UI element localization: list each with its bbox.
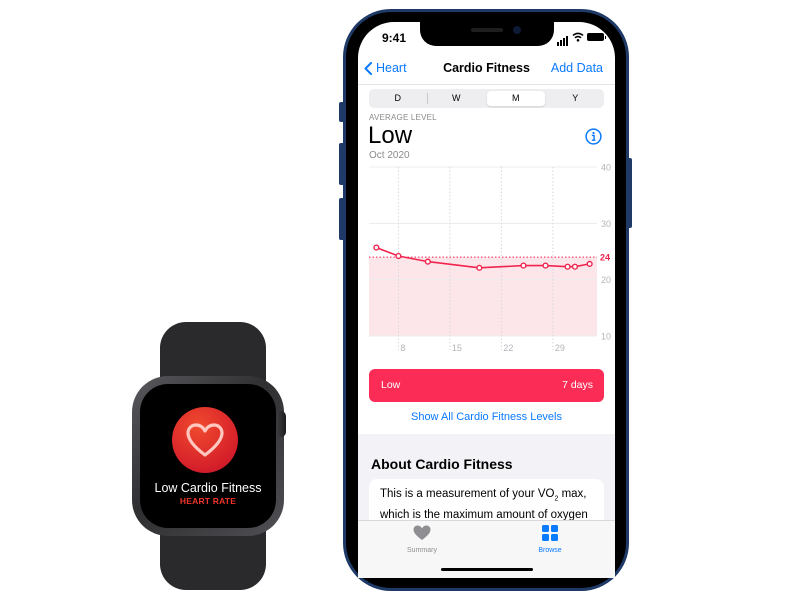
home-indicator[interactable] <box>441 568 533 571</box>
tab-browse[interactable]: Browse <box>510 525 590 554</box>
data-point <box>373 244 380 251</box>
notch <box>420 22 554 46</box>
average-level-label: AVERAGE LEVEL <box>369 113 437 122</box>
heart-icon <box>186 423 224 457</box>
data-point <box>564 263 571 270</box>
segment-year[interactable]: Y <box>547 89 605 108</box>
heart-icon <box>413 525 431 540</box>
y-tick-label: 10 <box>601 332 611 342</box>
navigation-bar: Heart Cardio Fitness Add Data <box>358 52 615 85</box>
watch-notification-title: Low Cardio Fitness <box>154 481 262 495</box>
add-data-button[interactable]: Add Data <box>551 61 603 75</box>
show-all-levels-link[interactable]: Show All Cardio Fitness Levels <box>358 411 615 423</box>
segment-week[interactable]: W <box>428 89 486 108</box>
cardio-level-summary-bar[interactable]: Low 7 days <box>369 369 604 402</box>
status-icons <box>557 28 606 46</box>
x-tick-label: 15 <box>452 343 462 353</box>
data-point <box>520 262 527 269</box>
y-tick-label: 40 <box>601 163 611 173</box>
back-label: Heart <box>376 61 407 75</box>
data-point <box>571 263 579 270</box>
data-point <box>476 264 483 271</box>
x-tick-label: 8 <box>400 343 405 353</box>
level-days: 7 days <box>562 379 593 391</box>
wifi-icon <box>572 32 584 42</box>
segment-month[interactable]: M <box>487 91 545 106</box>
watch-band-bottom <box>160 520 266 590</box>
average-level-value: Low <box>368 122 413 149</box>
low-range-band <box>369 257 597 336</box>
watch-notification-subtitle: HEART RATE <box>179 496 237 506</box>
time-range-segmented-control: D W M Y <box>369 89 604 108</box>
y-tick-label: 20 <box>601 275 611 285</box>
watch-notification-icon <box>172 407 238 473</box>
x-tick-label: 22 <box>503 343 513 353</box>
front-camera <box>513 26 521 34</box>
cellular-signal-icon <box>557 28 569 46</box>
y-tick-label: 30 <box>601 219 611 229</box>
cardio-fitness-chart: 10 20 30 40 8 15 22 29 24 <box>369 163 611 353</box>
watch-case <box>132 376 284 536</box>
digital-crown[interactable] <box>277 411 286 437</box>
segment-day[interactable]: D <box>369 89 427 108</box>
about-section-title: About Cardio Fitness <box>371 456 513 472</box>
status-time: 9:41 <box>382 31 407 45</box>
data-point <box>424 258 431 265</box>
data-point <box>586 260 593 267</box>
back-button[interactable]: Heart <box>364 61 407 75</box>
speaker-grille <box>471 28 503 32</box>
tab-browse-label: Browse <box>538 547 562 554</box>
battery-icon <box>587 33 606 41</box>
watch-screen <box>140 384 276 528</box>
grid-icon <box>542 525 558 541</box>
x-tick-label: 29 <box>555 343 565 353</box>
data-point <box>395 252 402 260</box>
tab-summary-label: Summary <box>407 547 437 554</box>
chevron-left-icon <box>364 61 372 75</box>
level-label: Low <box>381 379 401 391</box>
threshold-label: 24 <box>600 253 610 263</box>
watch-band-top <box>160 322 266 392</box>
info-icon[interactable] <box>585 128 602 145</box>
tab-summary[interactable]: Summary <box>382 525 462 554</box>
data-point <box>542 262 549 269</box>
